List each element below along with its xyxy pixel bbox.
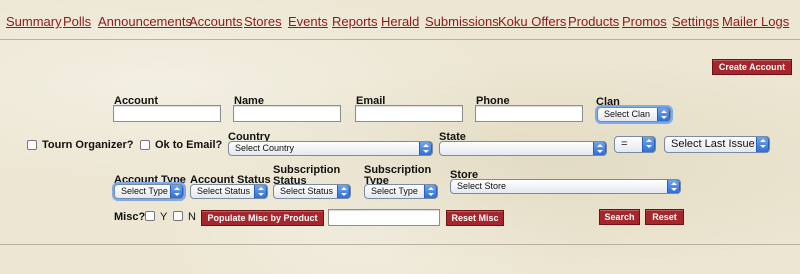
nav-announcements[interactable]: Announcements [98, 14, 192, 29]
reset-misc-button[interactable]: Reset Misc [446, 210, 504, 226]
chevron-updown-icon [756, 137, 769, 152]
ok-to-email-label: Ok to Email? [155, 139, 223, 151]
account-type-value: Select Type [121, 186, 168, 196]
reset-button[interactable]: Reset [645, 209, 684, 225]
clan-select[interactable]: Select Clan [597, 107, 671, 122]
nav-accounts[interactable]: Accounts [189, 14, 242, 29]
phone-input[interactable] [475, 105, 583, 122]
account-type-select[interactable]: Select Type [114, 184, 184, 199]
subscription-type-value: Select Type [371, 186, 418, 196]
chevron-updown-icon [170, 185, 183, 198]
tourn-organizer-checkbox[interactable] [27, 140, 37, 150]
nav-polls[interactable]: Polls [63, 14, 91, 29]
country-select-value: Select Country [235, 143, 295, 153]
email-input[interactable] [355, 105, 463, 122]
last-issue-value: Select Last Issue [671, 138, 755, 150]
tourn-organizer-label: Tourn Organizer? [42, 139, 134, 151]
top-divider [0, 39, 800, 40]
chevron-updown-icon [642, 137, 655, 152]
clan-select-value: Select Clan [604, 109, 651, 119]
account-status-value: Select Status [197, 186, 251, 196]
state-select[interactable] [439, 141, 607, 156]
create-account-button[interactable]: Create Account [712, 59, 792, 75]
store-select-value: Select Store [457, 181, 507, 191]
chevron-updown-icon [657, 108, 670, 121]
account-input[interactable] [113, 105, 221, 122]
chevron-updown-icon [254, 185, 267, 198]
account-status-select[interactable]: Select Status [190, 184, 268, 199]
misc-yes-checkbox[interactable] [145, 211, 155, 221]
misc-no-checkbox[interactable] [173, 211, 183, 221]
populate-misc-button[interactable]: Populate Misc by Product [201, 210, 324, 226]
nav-mailer-logs[interactable]: Mailer Logs [722, 14, 789, 29]
nav-submissions[interactable]: Submissions [425, 14, 499, 29]
misc-yes-label: Y [160, 211, 168, 223]
nav-products[interactable]: Products [568, 14, 619, 29]
store-select[interactable]: Select Store [450, 179, 681, 194]
misc-input[interactable] [328, 209, 440, 226]
nav-settings[interactable]: Settings [672, 14, 719, 29]
last-issue-operator-select[interactable]: = [614, 136, 656, 153]
misc-no-label: N [188, 211, 196, 223]
last-issue-select[interactable]: Select Last Issue [664, 136, 770, 153]
name-input[interactable] [233, 105, 341, 122]
nav-promos[interactable]: Promos [622, 14, 667, 29]
nav-reports[interactable]: Reports [332, 14, 378, 29]
nav-summary[interactable]: Summary [6, 14, 62, 29]
chevron-updown-icon [424, 185, 437, 198]
bottom-divider [0, 244, 800, 245]
misc-label: Misc? [114, 211, 146, 223]
chevron-updown-icon [593, 142, 606, 155]
operator-value: = [621, 138, 628, 150]
chevron-updown-icon [419, 142, 432, 155]
nav-herald[interactable]: Herald [381, 14, 419, 29]
chevron-updown-icon [337, 185, 350, 198]
chevron-updown-icon [667, 180, 680, 193]
nav-koku-offers[interactable]: Koku Offers [498, 14, 566, 29]
country-select[interactable]: Select Country [228, 141, 433, 156]
search-button[interactable]: Search [599, 209, 640, 225]
nav-events[interactable]: Events [288, 14, 328, 29]
nav-stores[interactable]: Stores [244, 14, 282, 29]
subscription-status-value: Select Status [280, 186, 334, 196]
ok-to-email-checkbox[interactable] [140, 140, 150, 150]
subscription-status-select[interactable]: Select Status [273, 184, 351, 199]
subscription-type-select[interactable]: Select Type [364, 184, 438, 199]
